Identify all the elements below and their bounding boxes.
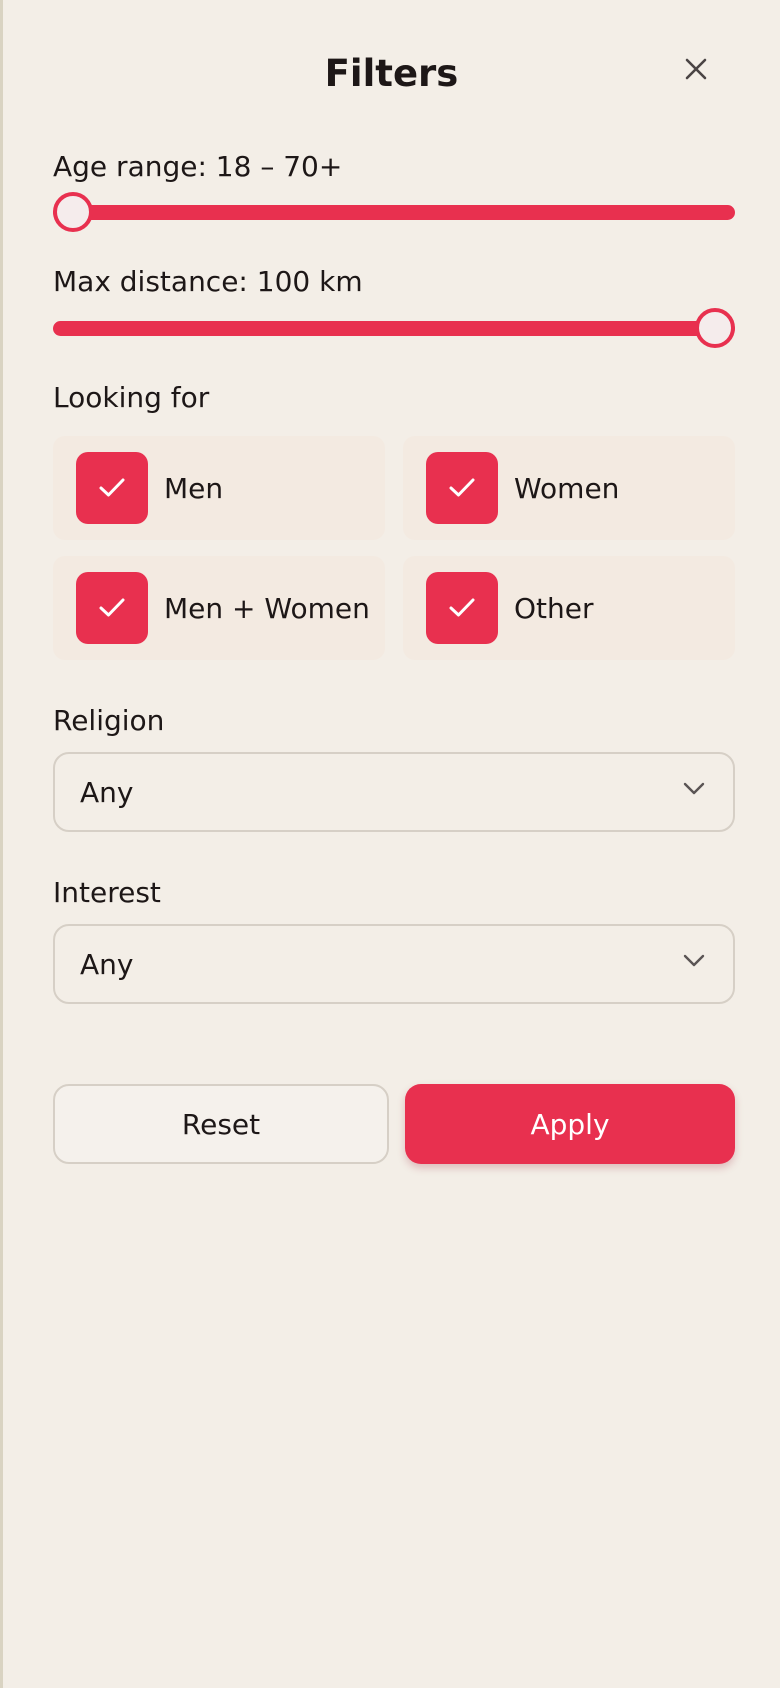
check-icon xyxy=(449,478,475,497)
men-checkbox[interactable] xyxy=(76,452,148,524)
religion-select[interactable]: Any xyxy=(53,752,735,832)
looking-for-label: Looking for xyxy=(53,381,210,414)
choice-label: Other xyxy=(514,591,594,625)
interest-value: Any xyxy=(80,947,134,981)
chevron-down-icon xyxy=(683,782,705,795)
age-range-label: Age range: 18 – 70+ xyxy=(53,150,343,183)
distance-slider-track xyxy=(53,321,735,336)
apply-button[interactable]: Apply xyxy=(405,1084,735,1164)
choice-men-women[interactable]: Men + Women xyxy=(53,556,385,660)
check-icon xyxy=(449,598,475,617)
choice-label: Men xyxy=(164,471,224,505)
max-distance-label: Max distance: 100 km xyxy=(53,265,363,298)
choice-label: Women xyxy=(514,471,620,505)
reset-button[interactable]: Reset xyxy=(53,1084,389,1164)
religion-value: Any xyxy=(80,775,134,809)
chevron-down-icon xyxy=(683,954,705,967)
age-slider-thumb[interactable] xyxy=(53,192,93,232)
age-range-slider[interactable] xyxy=(53,190,735,234)
choice-label: Men + Women xyxy=(164,591,370,625)
close-button[interactable] xyxy=(675,48,717,90)
close-icon xyxy=(685,58,707,80)
other-checkbox[interactable] xyxy=(426,572,498,644)
choice-men[interactable]: Men xyxy=(53,436,385,540)
page-title: Filters xyxy=(324,52,459,95)
check-icon xyxy=(99,598,125,617)
check-icon xyxy=(99,478,125,497)
religion-label: Religion xyxy=(53,704,165,737)
age-slider-track xyxy=(53,205,735,220)
interest-label: Interest xyxy=(53,876,161,909)
max-distance-slider[interactable] xyxy=(53,306,735,350)
choice-other[interactable]: Other xyxy=(403,556,735,660)
choice-women[interactable]: Women xyxy=(403,436,735,540)
distance-slider-thumb[interactable] xyxy=(695,308,735,348)
men-women-checkbox[interactable] xyxy=(76,572,148,644)
interest-select[interactable]: Any xyxy=(53,924,735,1004)
women-checkbox[interactable] xyxy=(426,452,498,524)
filters-sheet: Filters Age range: 18 – 70+ Max distance… xyxy=(0,0,780,1688)
